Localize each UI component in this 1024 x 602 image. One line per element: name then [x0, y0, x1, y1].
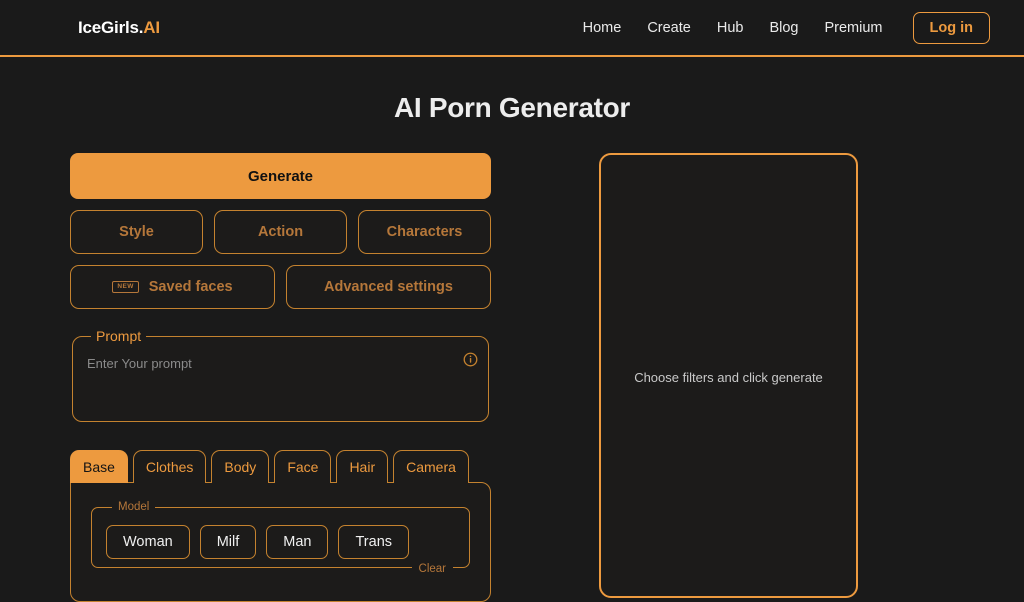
main-content: Generate Style Action Characters NEW Sav… — [0, 140, 1024, 602]
nav-item-hub[interactable]: Hub — [717, 20, 744, 36]
tab-face[interactable]: Face — [274, 450, 332, 484]
tab-camera[interactable]: Camera — [393, 450, 469, 484]
characters-button[interactable]: Characters — [358, 210, 491, 254]
site-header: IceGirls.AI Home Create Hub Blog Premium… — [0, 0, 1024, 57]
prompt-legend: Prompt — [96, 328, 142, 344]
advanced-settings-button[interactable]: Advanced settings — [286, 265, 491, 309]
preview-panel: Choose filters and click generate — [599, 153, 858, 598]
tab-body[interactable]: Body — [211, 450, 270, 484]
clear-model-button[interactable]: Clear — [411, 563, 453, 576]
new-badge: NEW — [112, 281, 139, 293]
style-button[interactable]: Style — [70, 210, 203, 254]
model-option-milf[interactable]: Milf — [199, 525, 257, 560]
prompt-field[interactable]: Prompt Enter Your prompt — [72, 328, 489, 422]
action-button[interactable]: Action — [214, 210, 347, 254]
model-group-legend: Model — [118, 501, 150, 514]
nav-item-blog[interactable]: Blog — [769, 20, 798, 36]
logo-accent-text: AI — [143, 17, 160, 37]
model-group: Model Woman Milf Man Trans Clear — [91, 501, 470, 576]
filter-button-row: Style Action Characters — [70, 210, 491, 254]
page-title: AI Porn Generator — [393, 92, 631, 123]
characters-button-label: Characters — [386, 224, 463, 240]
preview-empty-text: Choose filters and click generate — [634, 370, 823, 385]
logo-main-text: IceGirls. — [78, 17, 144, 37]
style-button-label: Style — [119, 224, 154, 240]
saved-faces-button[interactable]: NEW Saved faces — [70, 265, 275, 309]
main-navigation: Home Create Hub Blog Premium Log in — [583, 11, 990, 44]
nav-item-create[interactable]: Create — [647, 20, 691, 36]
model-option-woman[interactable]: Woman — [106, 525, 190, 560]
model-option-trans[interactable]: Trans — [338, 525, 410, 560]
tab-hair[interactable]: Hair — [336, 450, 389, 484]
tab-base[interactable]: Base — [70, 450, 128, 484]
login-button[interactable]: Log in — [912, 11, 990, 44]
advanced-settings-button-label: Advanced settings — [324, 279, 453, 295]
prompt-input[interactable]: Enter Your prompt — [87, 356, 474, 371]
action-button-label: Action — [257, 224, 304, 240]
info-circle-icon[interactable] — [463, 352, 478, 367]
saved-faces-button-label: Saved faces — [148, 279, 233, 295]
category-tabs: Base Clothes Body Face Hair Camera — [70, 450, 491, 484]
generator-controls-panel: Generate Style Action Characters NEW Sav… — [70, 153, 491, 602]
generate-button[interactable]: Generate — [70, 153, 491, 199]
nav-item-premium[interactable]: Premium — [824, 20, 882, 36]
tab-panel-base: Model Woman Milf Man Trans Clear — [70, 482, 491, 602]
secondary-button-row: NEW Saved faces Advanced settings — [70, 265, 491, 309]
nav-item-home[interactable]: Home — [583, 20, 622, 36]
model-option-row: Woman Milf Man Trans — [106, 525, 455, 560]
model-option-man[interactable]: Man — [266, 525, 329, 560]
site-logo[interactable]: IceGirls.AI — [78, 18, 160, 38]
tab-clothes[interactable]: Clothes — [132, 450, 207, 484]
